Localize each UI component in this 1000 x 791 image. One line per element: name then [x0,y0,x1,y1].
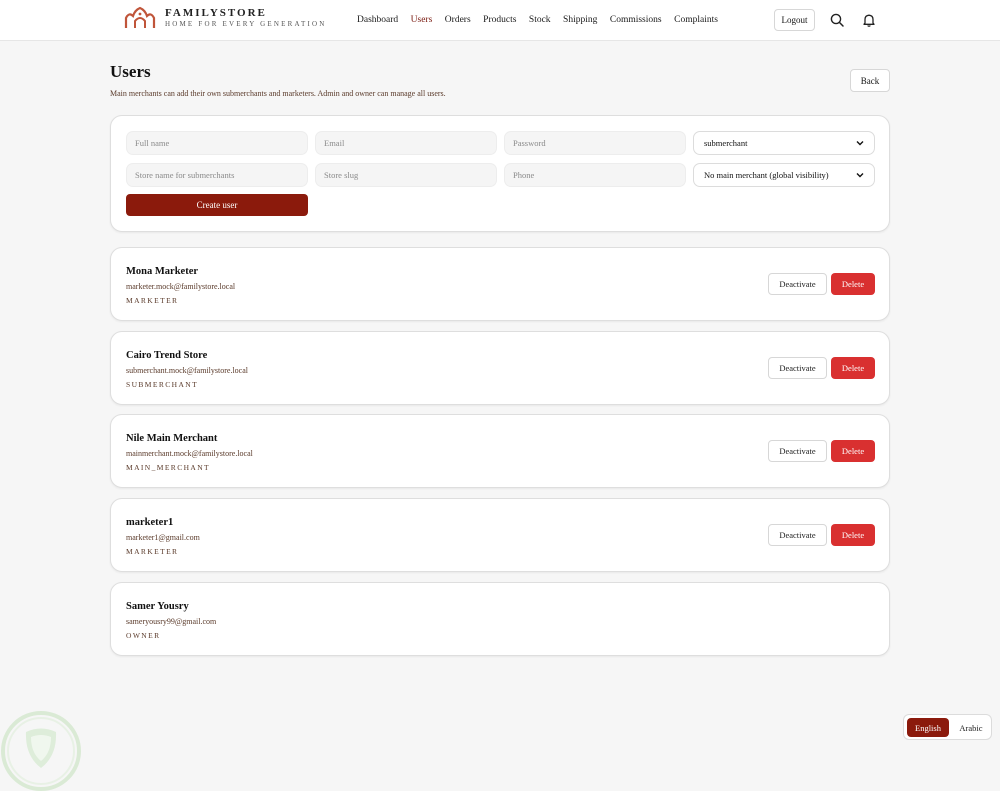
back-button[interactable]: Back [850,69,890,92]
user-card: Cairo Trend Store submerchant.mock@famil… [110,331,890,405]
user-role: MARKETER [126,547,179,556]
user-card: Samer Yousry sameryousry99@gmail.com OWN… [110,582,890,656]
bell-icon[interactable] [861,12,877,28]
nav-stock[interactable]: Stock [529,14,551,26]
deactivate-button[interactable]: Deactivate [768,357,827,379]
user-email: mainmerchant.mock@familystore.local [126,449,253,458]
full-name-input[interactable] [126,131,308,155]
nav-orders[interactable]: Orders [445,14,471,26]
user-card: Mona Marketer marketer.mock@familystore.… [110,247,890,321]
create-user-button[interactable]: Create user [126,194,308,216]
user-email: submerchant.mock@familystore.local [126,366,248,375]
chevron-down-icon [856,141,864,146]
nav-products[interactable]: Products [483,14,516,26]
nav-complaints[interactable]: Complaints [674,14,718,26]
user-role: SUBMERCHANT [126,380,199,389]
delete-button[interactable]: Delete [831,273,875,295]
email-input[interactable] [315,131,497,155]
chevron-down-icon [856,173,864,178]
user-email: marketer.mock@familystore.local [126,282,236,291]
create-user-form: submerchant No main merchant (global vis… [110,115,890,232]
user-role: MARKETER [126,296,179,305]
language-english-button[interactable]: English [907,718,949,737]
delete-button[interactable]: Delete [831,440,875,462]
nav-commissions[interactable]: Commissions [610,14,662,26]
delete-button[interactable]: Delete [831,524,875,546]
user-name: Samer Yousry [126,601,189,612]
main-merchant-select-value: No main merchant (global visibility) [704,170,829,180]
language-arabic-button[interactable]: Arabic [952,718,990,737]
store-slug-input[interactable] [315,163,497,187]
top-navigation-bar: FAMILYSTORE HOME FOR EVERY GENERATION Da… [0,0,1000,41]
user-name: marketer1 [126,517,174,528]
user-name: Mona Marketer [126,266,199,277]
page-title: Users [110,62,151,81]
page-subtitle: Main merchants can add their own submerc… [110,89,446,98]
deactivate-button[interactable]: Deactivate [768,273,827,295]
phone-input[interactable] [504,163,686,187]
user-name: Nile Main Merchant [126,433,218,444]
search-icon[interactable] [829,12,845,28]
language-toggle: English Arabic [903,714,992,740]
main-nav: Dashboard Users Orders Products Stock Sh… [357,14,730,26]
nav-users[interactable]: Users [411,14,433,26]
family-home-logo-icon [124,6,156,28]
nav-dashboard[interactable]: Dashboard [357,14,398,26]
user-card: marketer1 marketer1@gmail.com MARKETER D… [110,498,890,572]
user-role: MAIN_MERCHANT [126,463,211,472]
logout-button[interactable]: Logout [774,9,815,31]
store-name-input[interactable] [126,163,308,187]
brand-logo[interactable]: FAMILYSTORE HOME FOR EVERY GENERATION [123,6,327,30]
user-name: Cairo Trend Store [126,350,208,361]
shield-watermark-icon [1,711,81,791]
password-input[interactable] [504,131,686,155]
role-select-value: submerchant [704,138,748,148]
user-card: Nile Main Merchant mainmerchant.mock@fam… [110,414,890,488]
nav-shipping[interactable]: Shipping [563,14,597,26]
user-role: OWNER [126,631,161,640]
role-select[interactable]: submerchant [693,131,875,155]
deactivate-button[interactable]: Deactivate [768,440,827,462]
delete-button[interactable]: Delete [831,357,875,379]
user-email: sameryousry99@gmail.com [126,617,217,626]
deactivate-button[interactable]: Deactivate [768,524,827,546]
brand-tagline: HOME FOR EVERY GENERATION [165,20,327,28]
brand-name: FAMILYSTORE [165,7,267,19]
brand-text: FAMILYSTORE HOME FOR EVERY GENERATION [165,7,327,29]
main-merchant-select[interactable]: No main merchant (global visibility) [693,163,875,187]
user-email: marketer1@gmail.com [126,533,200,542]
